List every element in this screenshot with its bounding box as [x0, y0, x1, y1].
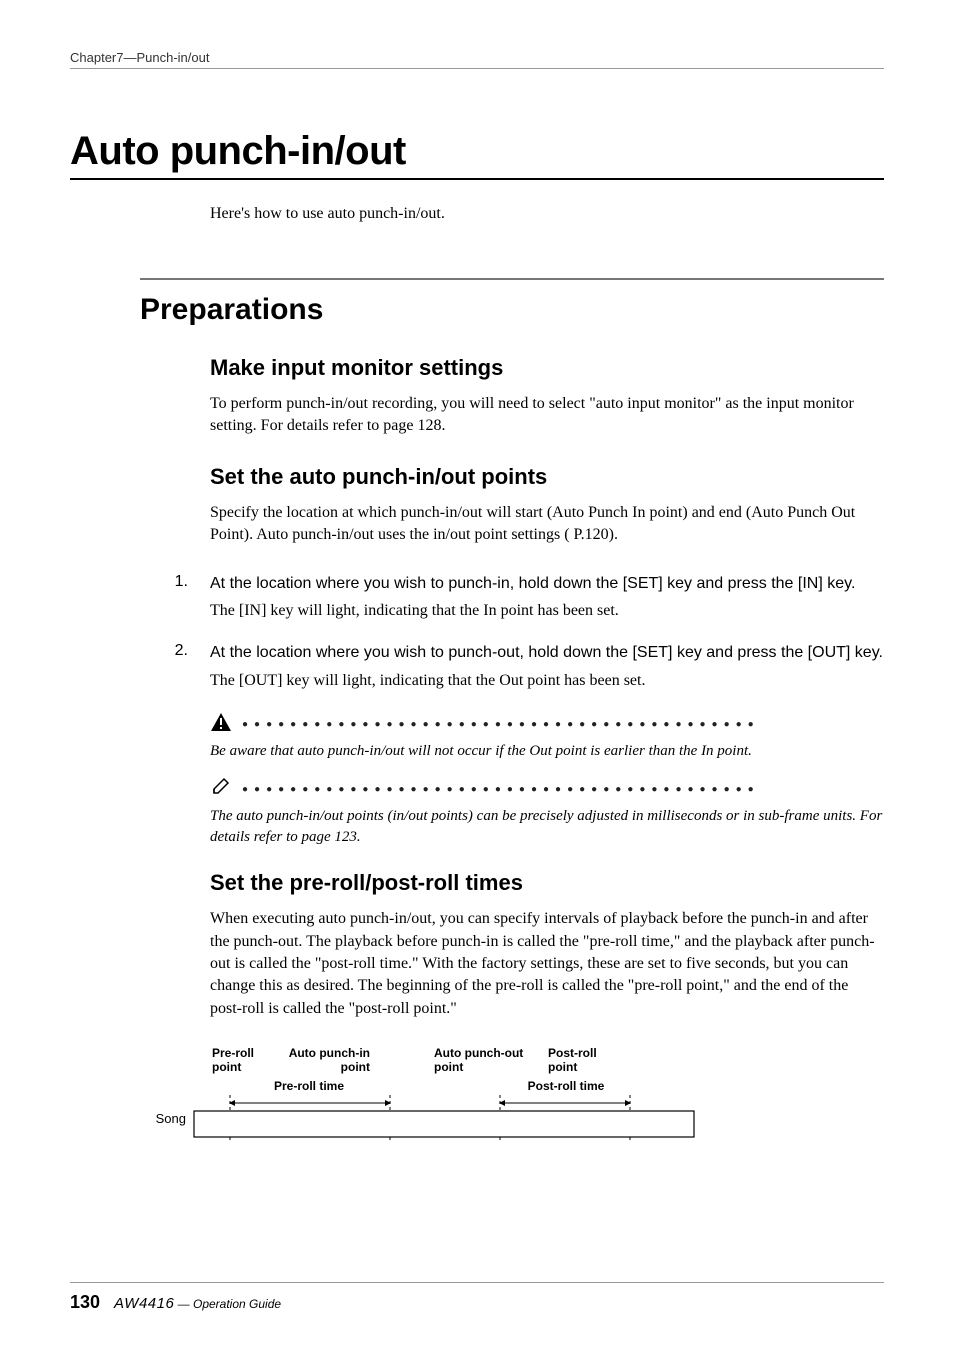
- step-1: 1. At the location where you wish to pun…: [70, 573, 884, 595]
- heading-auto-points: Set the auto punch-in/out points: [210, 464, 884, 490]
- tip-text: The auto punch-in/out points (in/out poi…: [210, 806, 884, 848]
- text-auto-points: Specify the location at which punch-in/o…: [210, 502, 884, 547]
- text-input-monitor: To perform punch-in/out recording, you w…: [210, 393, 884, 438]
- section-preparations: Preparations: [140, 278, 884, 327]
- step-1-title: At the location where you wish to punch-…: [210, 573, 884, 595]
- label-punchin-point: Auto punch-in point: [274, 1046, 394, 1075]
- label-punchout-point: Auto punch-out point: [394, 1046, 542, 1075]
- step-1-body: The [IN] key will light, indicating that…: [210, 600, 884, 622]
- warning-text: Be aware that auto punch-in/out will not…: [210, 741, 884, 762]
- page-number: 130: [70, 1292, 100, 1313]
- text-preroll: When executing auto punch-in/out, you ca…: [210, 908, 884, 1020]
- step-2-number: 2.: [70, 642, 210, 664]
- dot-leader: ●●●●●●●●●●●●●●●●●●●●●●●●●●●●●●●●●●●●●●●●…: [242, 784, 760, 795]
- label-postroll-point: Post-roll point: [542, 1046, 622, 1075]
- label-postroll-time: Post-roll time: [502, 1079, 630, 1093]
- timing-diagram: Pre-roll point Auto punch-in point Auto …: [150, 1046, 884, 1143]
- footer: 130 AW4416 — Operation Guide: [70, 1292, 281, 1313]
- tip-note: ●●●●●●●●●●●●●●●●●●●●●●●●●●●●●●●●●●●●●●●●…: [210, 777, 884, 848]
- intro-paragraph: Here's how to use auto punch-in/out.: [210, 205, 884, 223]
- chapter-header: Chapter7—Punch-in/out: [70, 50, 884, 69]
- label-preroll-point: Pre-roll point: [212, 1046, 274, 1075]
- step-2-title: At the location where you wish to punch-…: [210, 642, 884, 664]
- warning-icon: [210, 712, 232, 737]
- step-1-number: 1.: [70, 573, 210, 595]
- step-2: 2. At the location where you wish to pun…: [70, 642, 884, 664]
- page-title: Auto punch-in/out: [70, 129, 884, 180]
- dot-leader: ●●●●●●●●●●●●●●●●●●●●●●●●●●●●●●●●●●●●●●●●…: [242, 719, 760, 730]
- warning-note: ●●●●●●●●●●●●●●●●●●●●●●●●●●●●●●●●●●●●●●●●…: [210, 712, 884, 762]
- footer-model: AW4416: [114, 1295, 174, 1312]
- heading-preroll: Set the pre-roll/post-roll times: [210, 870, 884, 896]
- footer-rule: [70, 1282, 884, 1283]
- label-song: Song: [150, 1111, 190, 1126]
- step-2-body: The [OUT] key will light, indicating tha…: [210, 670, 884, 692]
- timing-bar-svg: [190, 1095, 710, 1143]
- pencil-icon: [210, 777, 232, 802]
- label-preroll-time: Pre-roll time: [226, 1079, 392, 1093]
- footer-guide: — Operation Guide: [174, 1297, 281, 1311]
- heading-input-monitor: Make input monitor settings: [210, 355, 884, 381]
